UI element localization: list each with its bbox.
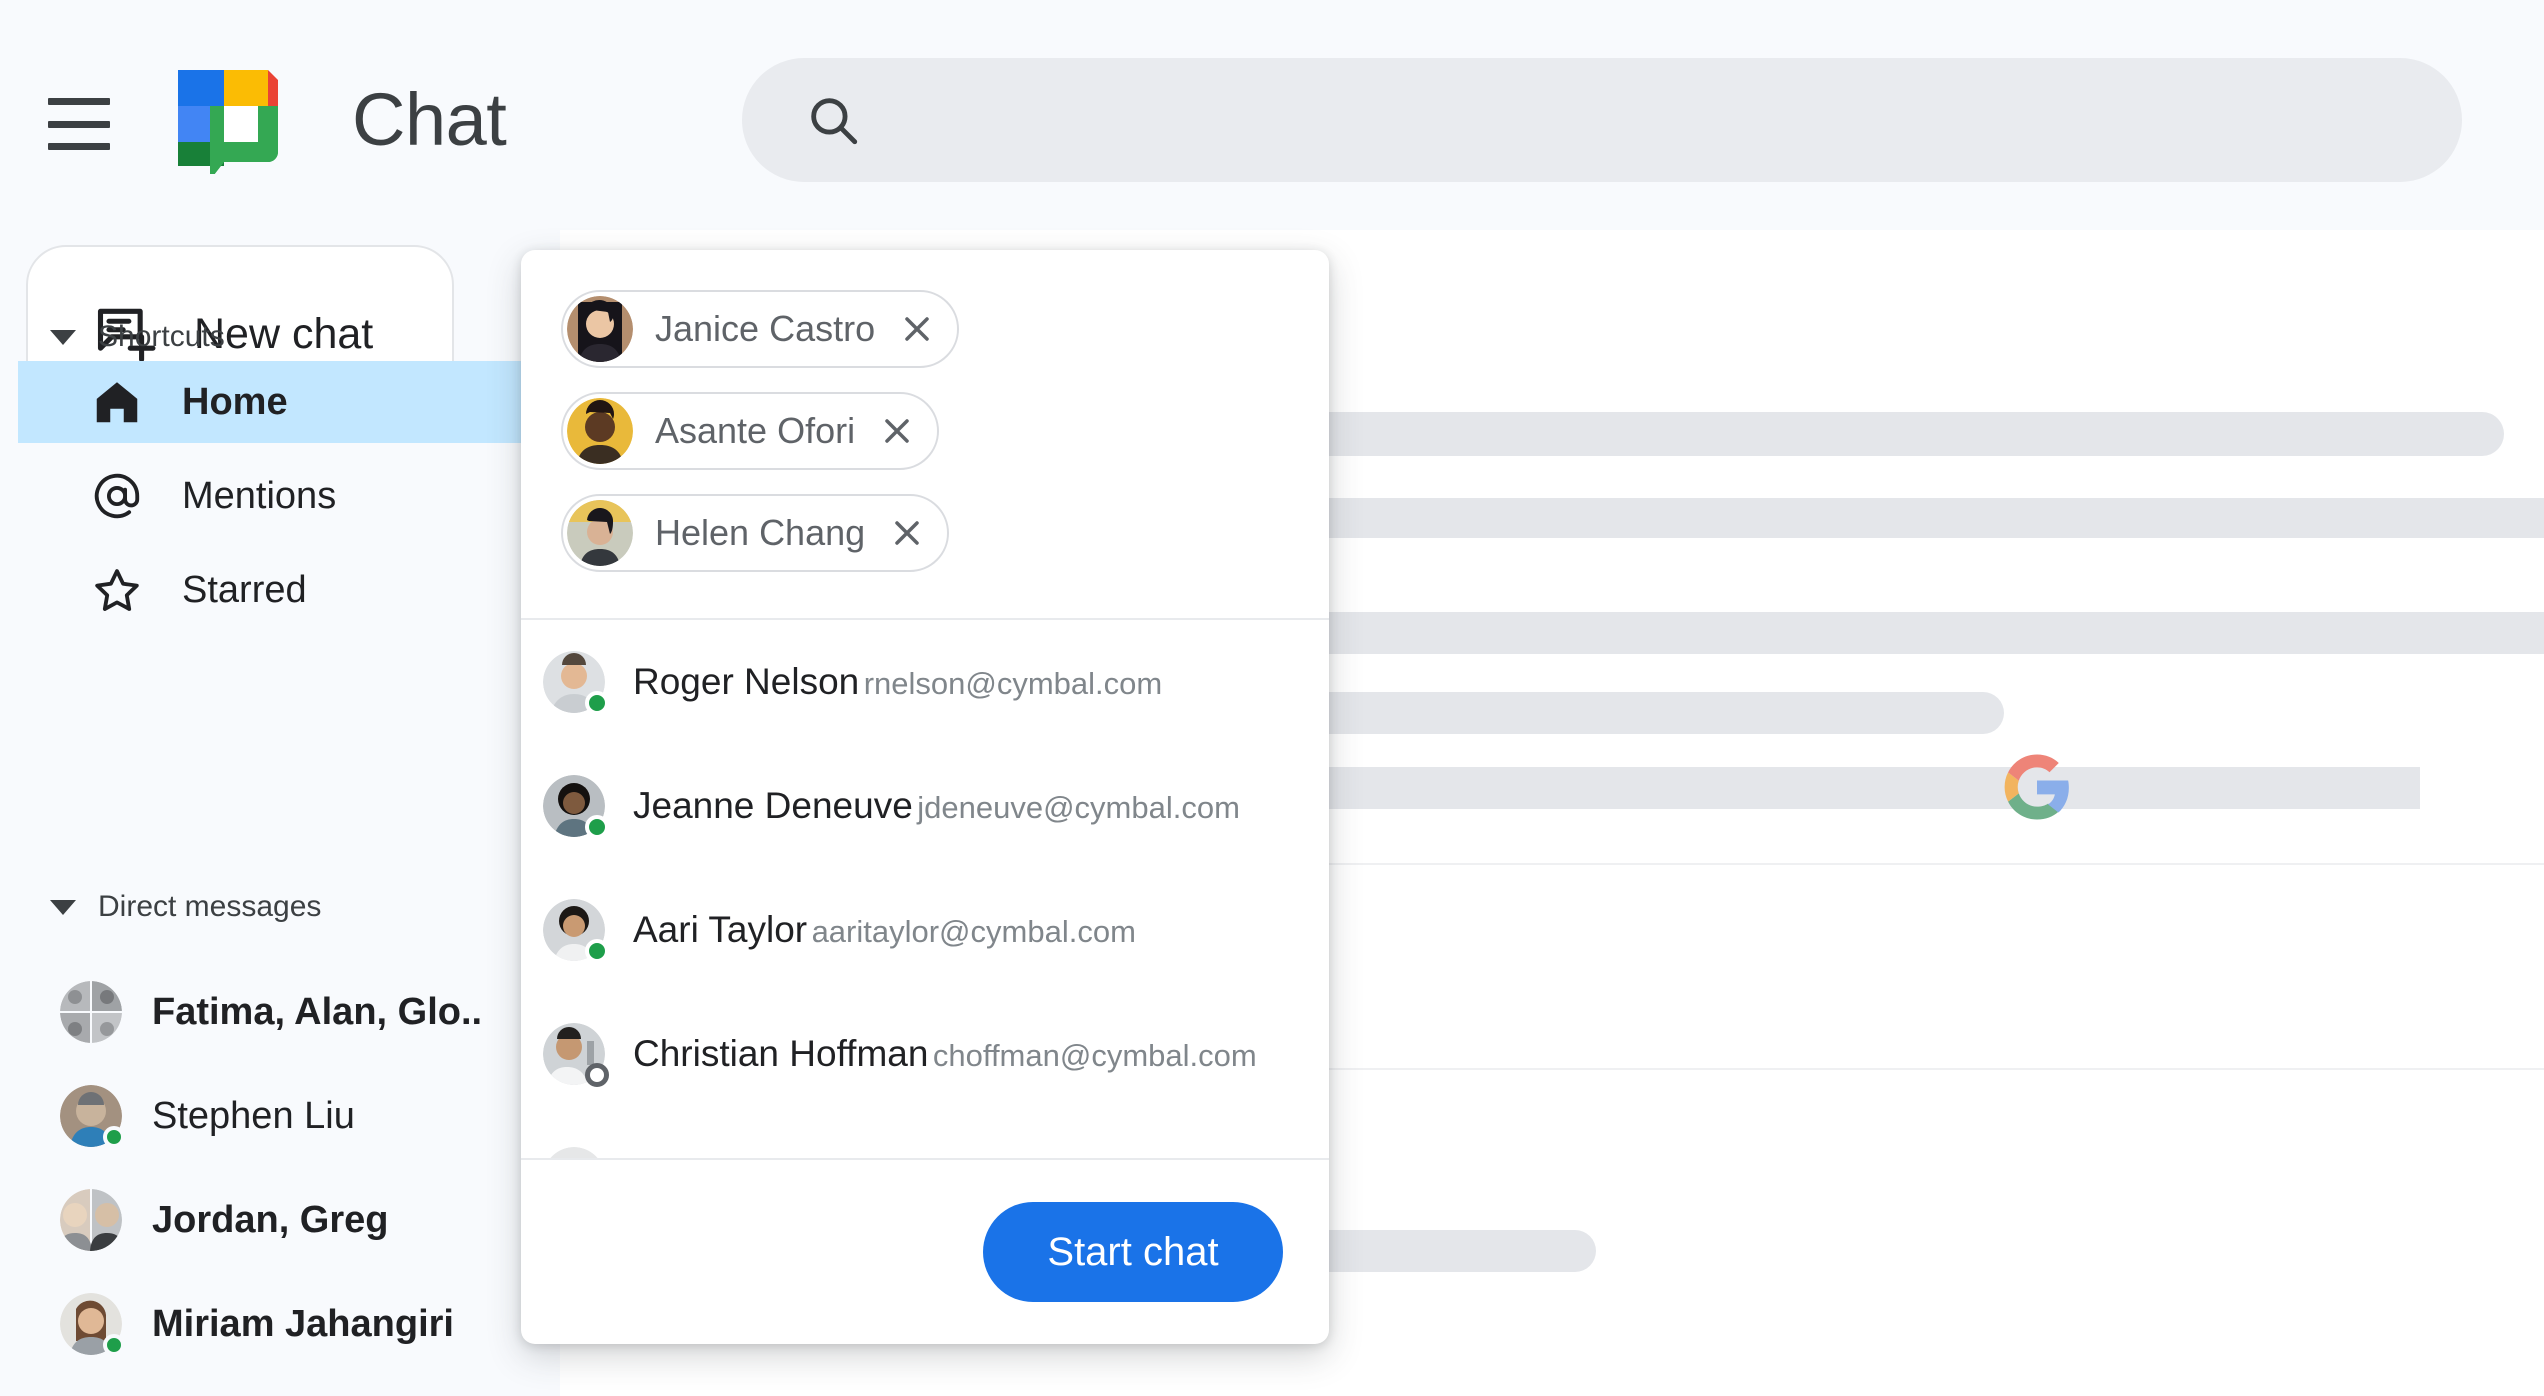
dm-list-item-1[interactable]: Stephen Liu — [60, 1074, 560, 1158]
contact-suggestion-4-name: Victoria Novák — [633, 1157, 871, 1158]
dm-list-item-4[interactable]: Keith O’Brien — [60, 1386, 560, 1396]
contact-suggestion-3-name: Christian Hoffman — [633, 1033, 929, 1074]
google-g-logo — [1998, 748, 2076, 826]
at-mention-icon — [90, 469, 144, 523]
start-chat-button[interactable]: Start chat — [983, 1202, 1283, 1302]
sidebar: New chat Shortcuts Home Mentions Starred… — [0, 230, 563, 1396]
dm-list-item-2-label: Jordan, Greg — [152, 1198, 389, 1241]
contact-suggestion-2-name: Aari Taylor — [633, 909, 808, 950]
page-title: Chat — [352, 78, 507, 161]
contact-suggestion-0[interactable]: Roger Nelson rnelson@cymbal.com — [521, 620, 1329, 744]
top-bar: Chat — [0, 0, 2544, 230]
recipient-chip-0-label: Janice Castro — [655, 308, 876, 349]
star-icon — [90, 563, 144, 617]
home-icon — [90, 375, 144, 429]
selected-recipients-area: Janice Castro Asante Ofori Helen Chang — [521, 250, 1329, 620]
contact-suggestion-1-name: Jeanne Deneuve — [633, 785, 913, 826]
contact-suggestion-2-email: aaritaylor@cymbal.com — [811, 914, 1136, 949]
avatar — [543, 1023, 609, 1087]
section-header-direct-messages-label: Direct messages — [98, 890, 322, 923]
sidebar-item-home[interactable]: Home — [18, 361, 563, 443]
avatar — [567, 398, 633, 464]
caret-down-icon — [50, 329, 76, 345]
sidebar-item-mentions-label: Mentions — [182, 474, 337, 517]
dm-list-item-3[interactable]: Miriam Jahangiri — [60, 1282, 560, 1366]
contact-suggestion-3[interactable]: Christian Hoffman choffman@cymbal.com — [521, 992, 1329, 1116]
section-header-direct-messages[interactable]: Direct messages — [50, 890, 321, 924]
contact-suggestion-1-email: jdeneuve@cymbal.com — [917, 790, 1240, 825]
dm-list-item-1-label: Stephen Liu — [152, 1094, 355, 1137]
recipient-chip-2[interactable]: Helen Chang — [561, 494, 950, 572]
contact-suggestion-2[interactable]: Aari Taylor aaritaylor@cymbal.com — [521, 868, 1329, 992]
close-icon[interactable] — [897, 309, 937, 349]
recipient-chip-1[interactable]: Asante Ofori — [561, 392, 940, 470]
presence-online-icon — [585, 939, 609, 963]
group-avatar-icon — [60, 1189, 122, 1251]
close-icon[interactable] — [887, 513, 927, 553]
contact-suggestion-list[interactable]: Roger Nelson rnelson@cymbal.com Jeanne D… — [521, 620, 1329, 1158]
caret-down-icon — [50, 899, 76, 915]
presence-online-icon — [103, 1126, 125, 1148]
close-icon[interactable] — [877, 411, 917, 451]
contact-suggestion-1[interactable]: Jeanne Deneuve jdeneuve@cymbal.com — [521, 744, 1329, 868]
google-chat-logo — [172, 62, 284, 180]
section-header-shortcuts[interactable]: Shortcuts — [50, 320, 225, 354]
sidebar-item-starred-label: Starred — [182, 568, 307, 611]
section-header-shortcuts-label: Shortcuts — [98, 320, 225, 353]
sidebar-item-home-label: Home — [182, 380, 288, 423]
contact-suggestion-0-email: rnelson@cymbal.com — [863, 666, 1163, 701]
avatar — [567, 500, 633, 566]
recipient-chip-1-label: Asante Ofori — [655, 410, 856, 451]
group-avatar-icon — [60, 981, 122, 1043]
avatar — [567, 296, 633, 362]
dm-list-item-3-label: Miriam Jahangiri — [152, 1302, 454, 1345]
contact-suggestion-3-email: choffman@cymbal.com — [932, 1038, 1257, 1073]
avatar — [543, 775, 609, 839]
presence-away-icon — [585, 1063, 609, 1087]
recipient-chip-0[interactable]: Janice Castro — [561, 290, 960, 368]
presence-online-icon — [103, 1334, 125, 1356]
avatar — [543, 651, 609, 715]
dm-list-item-0-label: Fatima, Alan, Glo.. — [152, 990, 483, 1033]
avatar — [543, 1147, 605, 1158]
avatar — [60, 1085, 125, 1148]
presence-online-icon — [585, 691, 609, 715]
new-chat-dialog: Janice Castro Asante Ofori Helen Chang R… — [521, 250, 1329, 1344]
avatar — [543, 899, 609, 963]
dm-list-item-0[interactable]: Fatima, Alan, Glo.. — [60, 970, 560, 1054]
avatar — [60, 1293, 125, 1356]
contact-suggestion-0-name: Roger Nelson — [633, 661, 860, 702]
presence-online-icon — [585, 815, 609, 839]
search-bar[interactable] — [742, 58, 2462, 182]
chat-app-window: Chat New chat Shortcuts Home Mentions St… — [0, 0, 2544, 1396]
sidebar-item-starred[interactable]: Starred — [18, 549, 563, 631]
dm-list-item-2[interactable]: Jordan, Greg — [60, 1178, 560, 1262]
search-input[interactable] — [892, 100, 2462, 140]
dialog-footer: Start chat — [521, 1158, 1329, 1344]
search-icon — [804, 91, 862, 149]
contact-suggestion-4[interactable]: Victoria Novák — [521, 1116, 1329, 1158]
recipient-chip-2-label: Helen Chang — [655, 512, 866, 553]
sidebar-item-mentions[interactable]: Mentions — [18, 455, 563, 537]
hamburger-menu-icon[interactable] — [48, 98, 110, 150]
